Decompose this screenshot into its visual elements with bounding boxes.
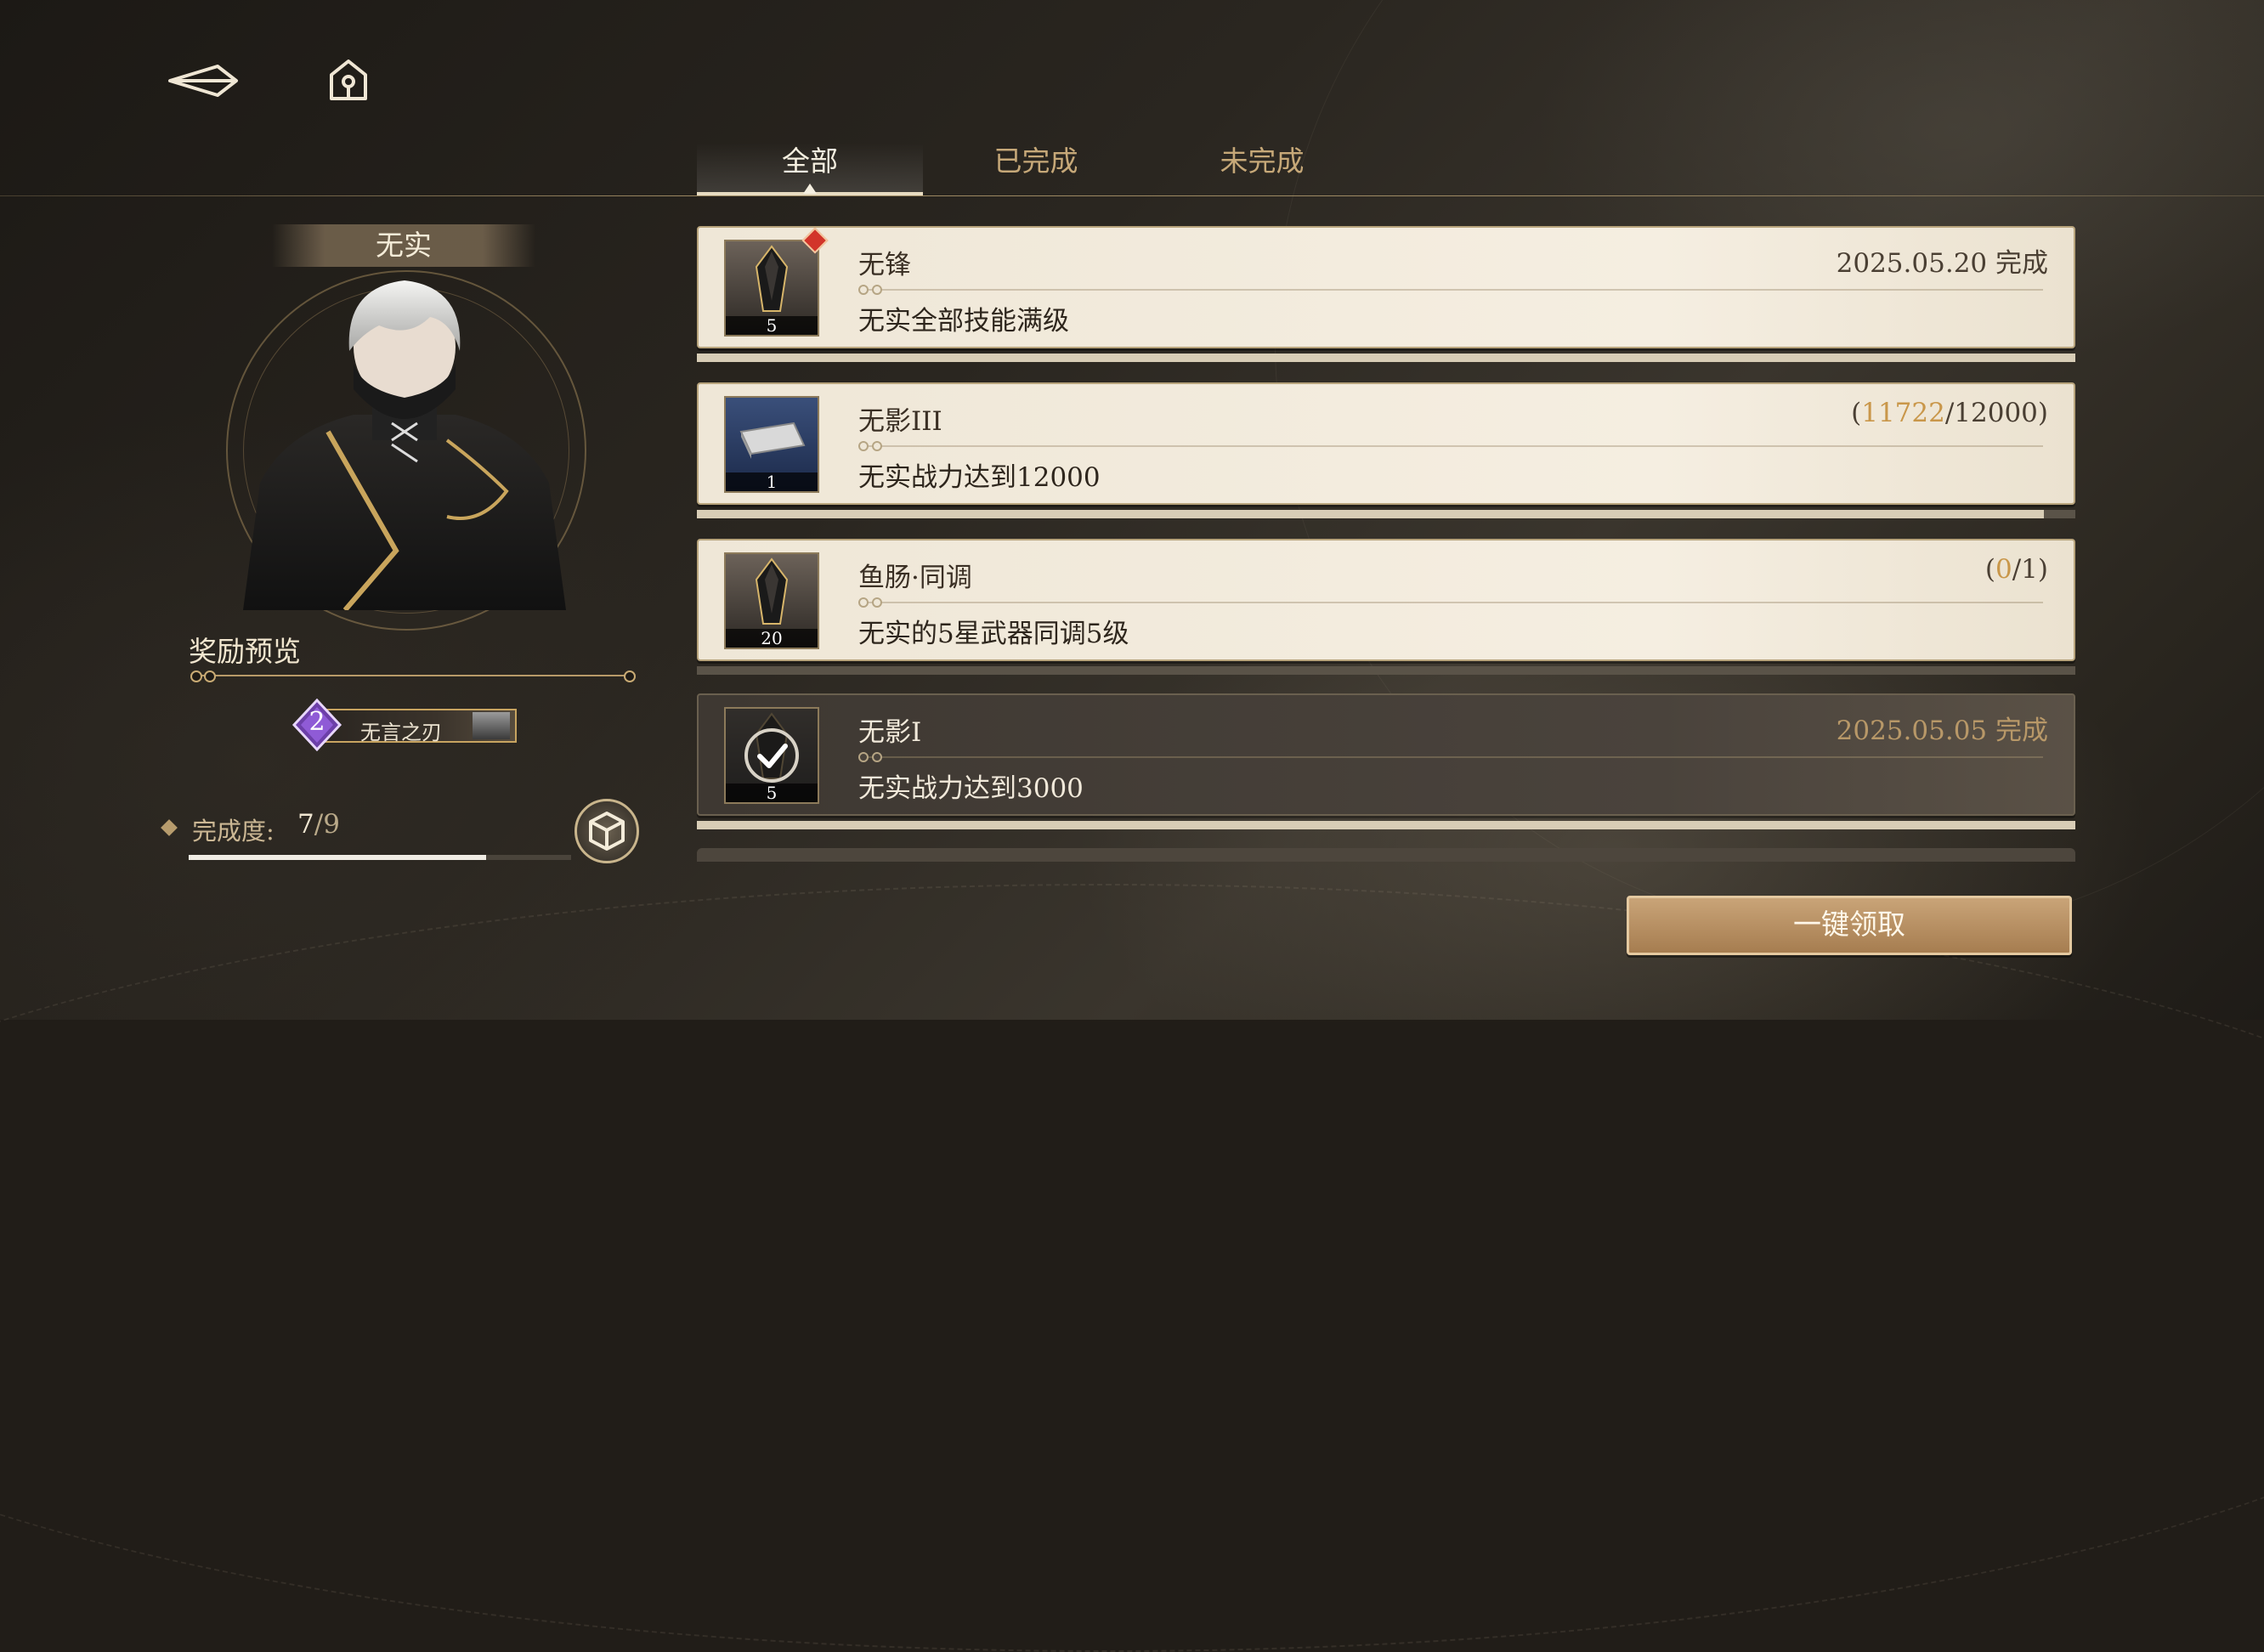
completion-progress-fill	[189, 855, 486, 860]
achievement-separator	[858, 441, 2043, 451]
completion-done: 7	[297, 809, 314, 840]
achievement-description: 无实战力达到3000	[858, 773, 1084, 804]
back-button[interactable]	[167, 59, 243, 102]
home-button[interactable]	[323, 56, 374, 104]
completion-total: 9	[323, 809, 340, 840]
achievement-title: 无影III	[858, 406, 942, 437]
progress-current: 0	[1995, 554, 2012, 585]
claim-all-button[interactable]: 一键领取	[1627, 896, 2072, 955]
achievement-reward-icon-frame: 1	[724, 396, 819, 493]
black-crystal-icon	[755, 557, 789, 625]
silver-ingot-icon	[739, 421, 806, 459]
reward-divider	[190, 670, 636, 682]
character-portrait	[243, 280, 566, 610]
character-name: 无实	[272, 224, 535, 267]
achievement-reward-icon-frame: 20	[724, 552, 819, 649]
achievement-separator	[858, 597, 2043, 608]
home-icon	[330, 59, 367, 100]
reward-count: 20	[726, 629, 818, 648]
achievement-progress-fill	[697, 354, 2075, 362]
progress-current: 11722	[1861, 398, 1945, 428]
progress-rest: /12000)	[1944, 398, 2048, 428]
mask-thumbnail-icon	[473, 712, 510, 739]
list-next-row-edge	[697, 848, 2075, 862]
tab-all-label: 全部	[782, 144, 838, 178]
tab-all[interactable]: 全部	[697, 143, 923, 195]
achievement-row[interactable]: 1 无影III 无实战力达到12000 (11722/12000)	[697, 382, 2075, 518]
achievement-row[interactable]: 5 无锋 无实全部技能满级 2025.05.20 完成	[697, 226, 2075, 362]
achievement-progress-fill	[697, 510, 2044, 518]
badge-plate: 无言之刃	[316, 709, 517, 744]
achievement-separator	[858, 752, 2043, 762]
achievement-description: 无实战力达到12000	[858, 462, 1101, 493]
completion-value: 7/9	[297, 809, 340, 840]
achievement-row[interactable]: 20 鱼肠·同调 无实的5星武器同调5级 (0/1)	[697, 539, 2075, 675]
achievement-description: 无实全部技能满级	[858, 306, 1069, 337]
achievement-progress-fill	[697, 821, 2075, 829]
achievement-reward-icon-frame: 5	[724, 707, 819, 804]
achievement-completion-date: 2025.05.05 完成	[1836, 716, 2048, 746]
achievement-reward-icon-frame: 5	[724, 240, 819, 337]
achievement-card: 5 无影I 无实战力达到3000 2025.05.05 完成	[697, 693, 2075, 816]
achievement-row[interactable]: 5 无影I 无实战力达到3000 2025.05.05 完成	[697, 693, 2075, 829]
achievement-title: 无影I	[858, 717, 922, 748]
tab-incomplete-label: 未完成	[1220, 144, 1305, 178]
achievement-progress-text: (11722/12000)	[1851, 398, 2048, 428]
tab-divider	[0, 195, 2264, 196]
achievement-card: 1 无影III 无实战力达到12000 (11722/12000)	[697, 382, 2075, 505]
achievement-separator	[858, 285, 2043, 295]
reward-count: 5	[726, 316, 818, 335]
badge-text: 无言之刃	[360, 721, 442, 744]
tab-completed[interactable]: 已完成	[923, 143, 1149, 195]
achievement-card: 5 无锋 无实全部技能满级 2025.05.20 完成	[697, 226, 2075, 348]
tab-incomplete[interactable]: 未完成	[1149, 143, 1375, 195]
reward-count: 5	[726, 784, 818, 802]
reward-title-badge[interactable]: 无言之刃 2	[291, 699, 520, 751]
black-crystal-icon	[755, 245, 789, 312]
progress-rest: /1)	[2012, 554, 2048, 585]
tab-active-caret	[803, 184, 817, 194]
achievement-progress-bar	[697, 821, 2075, 829]
achievement-progress-bar	[697, 510, 2075, 518]
reward-box-button[interactable]	[574, 799, 639, 863]
cube-icon	[589, 812, 625, 851]
achievement-progress-bar	[697, 666, 2075, 675]
completion-progress-bar	[189, 855, 571, 860]
completion-label: 完成度:	[192, 817, 275, 846]
achievement-title: 鱼肠·同调	[858, 563, 972, 593]
achievement-title: 无锋	[858, 250, 911, 280]
achievement-progress-text: (0/1)	[1985, 554, 2048, 585]
tab-completed-label: 已完成	[993, 144, 1078, 178]
badge-number: 2	[308, 707, 325, 737]
progress-open: (	[1851, 398, 1862, 428]
completion-separator: /	[314, 809, 324, 840]
reward-preview-title: 奖励预览	[189, 635, 301, 668]
achievement-progress-bar	[697, 354, 2075, 362]
back-arrow-icon	[168, 65, 238, 97]
achievement-completion-date: 2025.05.20 完成	[1836, 248, 2048, 279]
achievement-description: 无实的5星武器同调5级	[858, 619, 1129, 649]
achievement-card: 20 鱼肠·同调 无实的5星武器同调5级 (0/1)	[697, 539, 2075, 661]
progress-open: (	[1984, 554, 1995, 585]
reward-count: 1	[726, 472, 818, 491]
